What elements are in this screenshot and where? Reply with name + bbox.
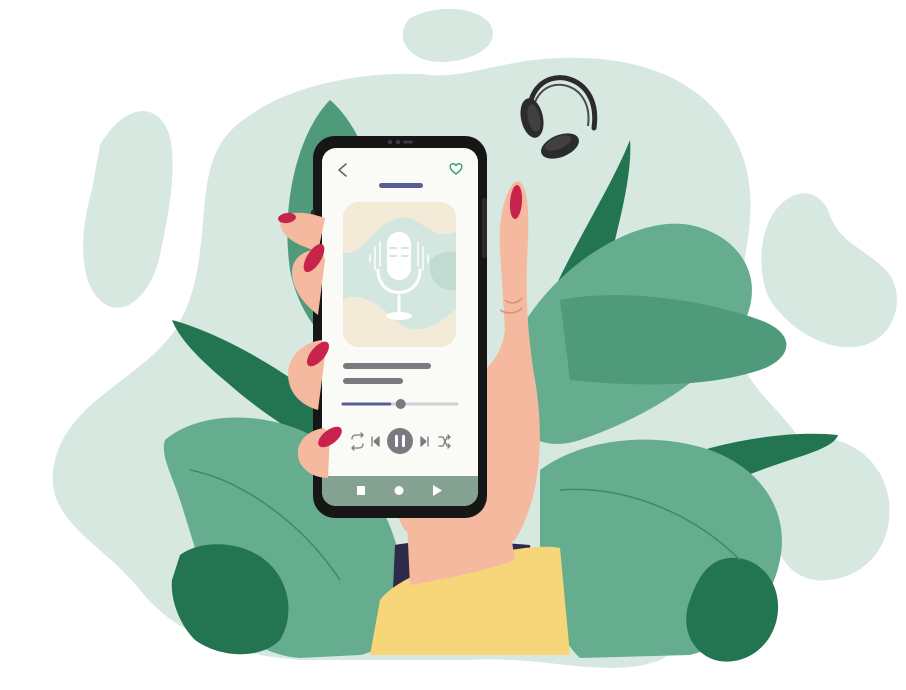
pause-button[interactable] <box>387 428 413 454</box>
left-blob <box>83 111 173 308</box>
progress-knob[interactable] <box>395 399 406 409</box>
right-blob <box>761 193 897 348</box>
home-dot-icon[interactable] <box>394 486 404 495</box>
leaf-right-mid <box>560 295 787 385</box>
top-blob <box>402 8 493 63</box>
phone-screen <box>322 148 478 506</box>
podcast-illustration <box>52 8 897 668</box>
cover-art <box>343 202 456 347</box>
track-title-bar <box>343 363 431 369</box>
track-subtitle-bar <box>343 378 403 384</box>
title-bar <box>379 183 423 188</box>
stop-icon[interactable] <box>357 486 365 495</box>
pause-icon <box>395 435 398 447</box>
bottom-nav <box>322 476 478 506</box>
phone <box>311 136 487 518</box>
